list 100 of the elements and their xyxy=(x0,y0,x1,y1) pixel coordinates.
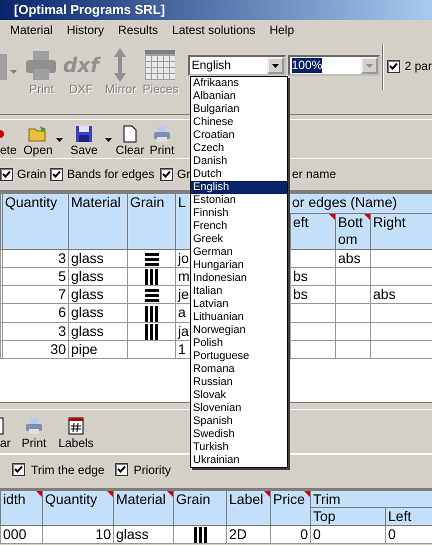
toolbar-button[interactable]: Labels xyxy=(54,416,98,450)
dxf-logo: dxf xyxy=(63,52,99,79)
column-header[interactable]: Grain xyxy=(128,194,176,250)
column-header[interactable]: Top xyxy=(310,508,386,526)
menu-item[interactable]: Material xyxy=(10,22,53,38)
menu-item[interactable]: Results xyxy=(118,22,158,38)
checkbox[interactable] xyxy=(114,463,128,476)
language-option[interactable]: Albanian xyxy=(191,90,287,103)
checkbox-label: Priority xyxy=(134,462,171,478)
menu-item[interactable]: History xyxy=(66,22,104,38)
grain-vertical-icon xyxy=(145,269,158,285)
checkbox[interactable] xyxy=(160,168,173,181)
checkbox[interactable] xyxy=(386,60,400,72)
column-header[interactable]: Left xyxy=(386,508,432,526)
printer-icon xyxy=(25,417,43,435)
language-option[interactable]: Slovak xyxy=(191,389,287,402)
checkbox[interactable] xyxy=(0,168,13,181)
toolbar-button[interactable]: Save xyxy=(63,124,105,158)
table-cell: 000 xyxy=(0,526,42,544)
language-option[interactable]: Turkish xyxy=(191,441,287,454)
page-icon xyxy=(0,417,4,435)
language-option[interactable]: Romana xyxy=(191,363,287,376)
toolbar-button[interactable]: Print xyxy=(14,416,54,450)
column-header[interactable]: Grain xyxy=(174,490,226,526)
table-cell: glass xyxy=(68,304,128,322)
language-option[interactable]: Latvian xyxy=(191,298,287,311)
grain-vertical-icon xyxy=(145,306,158,322)
column-header[interactable]: Quantity xyxy=(42,490,114,526)
column-header[interactable]: Right xyxy=(370,214,432,250)
toolbar-button[interactable]: Open xyxy=(20,124,56,158)
table-cell: 3 xyxy=(2,250,68,268)
table-cell: pipe xyxy=(68,340,128,358)
language-option[interactable]: Czech xyxy=(191,142,287,155)
language-option[interactable]: Slovenian xyxy=(191,402,287,415)
toolbar-button[interactable]: Print xyxy=(148,124,176,158)
language-option[interactable]: English xyxy=(191,181,287,194)
table-cell: 10 xyxy=(42,526,114,544)
language-option[interactable]: Ukrainian xyxy=(191,454,287,467)
language-option[interactable]: Afrikaans xyxy=(191,77,287,90)
column-group-header[interactable]: Trim xyxy=(310,490,432,508)
toolbar-button[interactable]: ete xyxy=(0,124,20,158)
language-option[interactable]: Bulgarian xyxy=(191,103,287,116)
menu-item[interactable]: Latest solutions xyxy=(172,22,256,38)
double-arrow-icon xyxy=(113,48,128,82)
table-cell: glass xyxy=(68,322,128,340)
language-option[interactable]: Polish xyxy=(191,337,287,350)
column-header[interactable]: Price xyxy=(270,490,310,526)
language-option[interactable]: Dutch xyxy=(191,168,287,181)
table-cell: 5 xyxy=(2,268,68,286)
caret-icon xyxy=(366,64,373,68)
grid-icon xyxy=(145,50,176,80)
table-cell: 3 xyxy=(2,322,68,340)
language-option[interactable]: Danish xyxy=(191,155,287,168)
toolbar-button[interactable]: ar xyxy=(0,416,14,450)
grain-vertical-icon xyxy=(145,324,158,340)
language-option[interactable]: Finnish xyxy=(191,207,287,220)
language-option[interactable]: German xyxy=(191,246,287,259)
checkbox[interactable] xyxy=(12,463,25,476)
toolbar-button[interactable]: Clear xyxy=(112,124,148,158)
floppy-icon xyxy=(75,124,93,142)
column-header[interactable]: Material xyxy=(114,490,174,526)
caret-icon[interactable] xyxy=(56,138,63,142)
column-header[interactable]: Material xyxy=(68,194,128,250)
table-cell: 0 xyxy=(270,526,310,544)
checkbox-label: Grain xyxy=(17,167,46,182)
checkbox-label: 2 par xyxy=(404,58,432,74)
table-cell: glass xyxy=(114,526,174,544)
column-header[interactable]: Label xyxy=(226,490,270,526)
caret-icon[interactable] xyxy=(105,138,112,142)
printer-icon xyxy=(25,49,58,81)
language-option[interactable]: French xyxy=(191,220,287,233)
table-cell: glass xyxy=(68,268,128,286)
table-cell: abs xyxy=(370,286,432,304)
language-option[interactable]: Estonian xyxy=(191,194,287,207)
column-header[interactable]: eft xyxy=(290,214,336,250)
column-header[interactable]: Quantity xyxy=(2,194,68,250)
checkbox[interactable] xyxy=(50,168,63,181)
window-title: [Optimal Programs SRL] xyxy=(0,0,432,20)
language-dropdown[interactable]: English xyxy=(188,55,286,76)
table-cell: 6 xyxy=(2,304,68,322)
grain-horizontal-icon xyxy=(144,289,158,302)
menu-item[interactable]: Help xyxy=(269,22,294,38)
language-option[interactable]: Swedish xyxy=(191,428,287,441)
language-option[interactable]: Spanish xyxy=(191,415,287,428)
language-option[interactable]: Croatian xyxy=(191,129,287,142)
table-cell: 2D xyxy=(226,526,270,544)
checkbox-label: Trim the edge xyxy=(31,462,105,478)
language-option[interactable]: Portuguese xyxy=(191,350,287,363)
option-label: er name xyxy=(292,167,336,182)
table-cell: 30 xyxy=(2,340,68,358)
column-header[interactable]: idth xyxy=(0,490,42,526)
column-group-header: or edges (Name) xyxy=(292,194,398,210)
grain-horizontal-icon xyxy=(144,252,158,266)
language-option[interactable]: Russian xyxy=(191,376,287,389)
language-option[interactable]: Greek xyxy=(191,233,287,246)
language-option[interactable]: Chinese xyxy=(191,116,287,129)
column-header[interactable]: L xyxy=(176,194,190,250)
table-cell: glass xyxy=(68,286,128,304)
language-option[interactable]: Hungarian xyxy=(191,259,287,272)
folder-icon xyxy=(28,124,48,142)
